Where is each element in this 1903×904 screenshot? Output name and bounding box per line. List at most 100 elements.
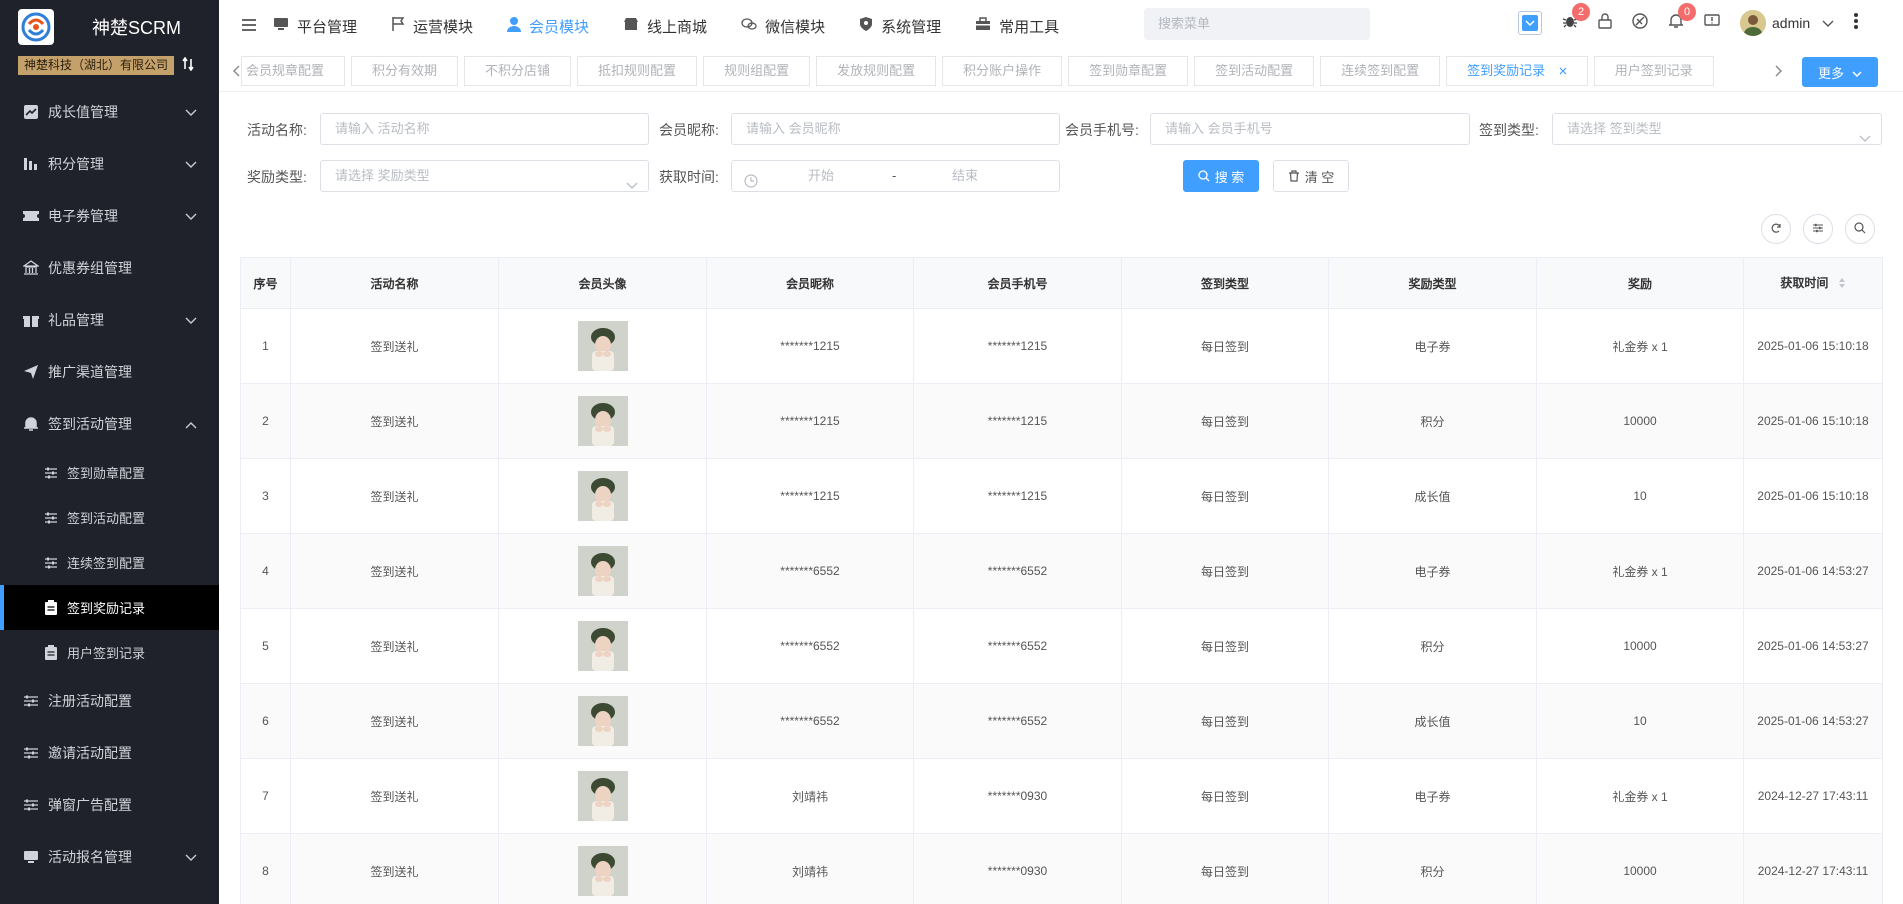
org-badge[interactable]: 神楚科技（湖北）有限公司 <box>18 55 175 75</box>
chevron-down-icon <box>1859 124 1871 154</box>
column-settings-button[interactable] <box>1803 214 1833 244</box>
clear-button[interactable]: 清 空 <box>1273 160 1349 192</box>
member-avatar[interactable] <box>577 396 628 446</box>
more-vertical-button[interactable] <box>1854 13 1859 32</box>
member-avatar[interactable] <box>577 621 628 671</box>
nav-operation[interactable]: 运营模块 <box>391 16 473 37</box>
member-avatar[interactable] <box>577 696 628 746</box>
cell-activity: 签到送礼 <box>290 308 499 384</box>
sidebar-item-growth[interactable]: 成长值管理 <box>0 86 219 138</box>
sidebar-subitem-continuous[interactable]: 连续签到配置 <box>0 540 219 585</box>
nav-wechat[interactable]: 微信模块 <box>741 16 825 37</box>
avatar <box>1740 9 1766 36</box>
table-body: 1 签到送礼 *******1215 *******1215 每日签到 电子券 礼金券 x … <box>240 308 1883 904</box>
tag-item[interactable]: 签到活动配置 <box>1194 56 1315 86</box>
language-toggle[interactable] <box>1518 10 1542 35</box>
header-tools: 2 0 admin <box>1518 0 1878 45</box>
sidebar-subitem-medal[interactable]: 签到勋章配置 <box>0 450 219 495</box>
search-button[interactable]: 搜 索 <box>1183 160 1259 192</box>
member-avatar[interactable] <box>577 321 628 371</box>
nav-tools[interactable]: 常用工具 <box>975 16 1059 37</box>
close-icon[interactable] <box>1559 63 1567 78</box>
table-row: 8 签到送礼 刘靖祎 *******0930 每日签到 积分 10000 2024-12-27… <box>240 833 1883 904</box>
tag-item[interactable]: 积分账户操作 <box>942 56 1063 86</box>
tag-item[interactable]: 不积分店铺 <box>464 56 572 86</box>
sidebar-item-channel[interactable]: 推广渠道管理 <box>0 346 219 398</box>
tag-item[interactable]: 抵扣规则配置 <box>577 56 698 86</box>
tag-item[interactable]: 发放规则配置 <box>816 56 937 86</box>
nav-system[interactable]: 系统管理 <box>859 16 941 37</box>
tag-item-active[interactable]: 签到奖励记录 <box>1446 56 1588 86</box>
cell-reward-type: 积分 <box>1328 383 1537 459</box>
theme-button[interactable] <box>1632 13 1648 32</box>
sidebar-subitem-reward-record[interactable]: 签到奖励记录 <box>0 585 219 630</box>
tag-item[interactable]: 连续签到配置 <box>1320 56 1441 86</box>
nav-platform[interactable]: 平台管理 <box>273 16 357 37</box>
sidebar-item-label: 弹窗广告配置 <box>48 797 132 813</box>
sidebar-item-coupon-group[interactable]: 优惠券组管理 <box>0 242 219 294</box>
brand-logo <box>18 9 54 45</box>
toggle-search-button[interactable] <box>1845 214 1875 244</box>
cell-phone: *******1215 <box>913 458 1122 534</box>
table-row: 2 签到送礼 *******1215 *******1215 每日签到 积分 10000 20… <box>240 383 1883 459</box>
clipboard-icon <box>43 599 59 616</box>
sidebar-item-ecoupon[interactable]: 电子券管理 <box>0 190 219 242</box>
activity-name-input[interactable]: 请输入 活动名称 <box>320 113 649 145</box>
tag-label: 签到勋章配置 <box>1089 63 1168 78</box>
sidebar-subitem-user-record[interactable]: 用户签到记录 <box>0 630 219 675</box>
member-nickname-input[interactable]: 请输入 会员昵称 <box>731 113 1060 145</box>
cell-phone: *******1215 <box>913 383 1122 459</box>
cell-time: 2025-01-06 15:10:18 <box>1743 308 1883 384</box>
member-avatar[interactable] <box>577 846 628 896</box>
tag-item[interactable]: 用户签到记录 <box>1593 56 1714 86</box>
bug-button[interactable]: 2 <box>1562 3 1590 32</box>
column-header-activity: 活动名称 <box>290 257 499 309</box>
switch-org-icon[interactable] <box>182 56 194 74</box>
user-menu[interactable]: admin <box>1740 9 1834 36</box>
sort-icon[interactable] <box>1838 277 1846 292</box>
member-avatar[interactable] <box>577 546 628 596</box>
column-header-time[interactable]: 获取时间 <box>1743 257 1883 309</box>
tag-item[interactable]: 规则组配置 <box>703 56 811 86</box>
sidebar-item-register[interactable]: 注册活动配置 <box>0 675 219 727</box>
bug-count-badge: 2 <box>1572 3 1590 21</box>
sidebar-item-label: 活动报名管理 <box>48 849 132 865</box>
cell-avatar <box>498 608 707 684</box>
nav-mall[interactable]: 线上商城 <box>623 16 707 37</box>
hamburger-icon[interactable] <box>241 18 257 35</box>
range-end: 结束 <box>952 168 979 183</box>
tag-label: 会员规章配置 <box>246 63 325 78</box>
brand: 神楚SCRM <box>0 0 219 54</box>
tag-item[interactable]: 积分有效期 <box>351 56 459 86</box>
tag-item[interactable]: 会员规章配置 <box>241 56 346 86</box>
notification-button[interactable]: 0 <box>1668 3 1696 32</box>
sidebar-item-popup-ad[interactable]: 弹窗广告配置 <box>0 779 219 831</box>
member-avatar[interactable] <box>577 771 628 821</box>
obtain-time-range[interactable]: 开始 - 结束 <box>731 160 1060 192</box>
sidebar-subitem-activity[interactable]: 签到活动配置 <box>0 495 219 540</box>
cell-reward: 礼金券 x 1 <box>1536 533 1744 609</box>
tag-item[interactable]: 签到勋章配置 <box>1068 56 1189 86</box>
nav-member[interactable]: 会员模块 <box>507 16 589 37</box>
cell-time: 2025-01-06 14:53:27 <box>1743 683 1883 759</box>
cell-reward-type: 成长值 <box>1328 458 1537 534</box>
sidebar-item-signup[interactable]: 活动报名管理 <box>0 831 219 883</box>
member-phone-input[interactable]: 请输入 会员手机号 <box>1150 113 1470 145</box>
menu-search-input[interactable]: 搜索菜单 <box>1144 8 1370 40</box>
sign-type-select[interactable]: 请选择 签到类型 <box>1552 113 1882 145</box>
sidebar-item-gift[interactable]: 礼品管理 <box>0 294 219 346</box>
sidebar-item-invite[interactable]: 邀请活动配置 <box>0 727 219 779</box>
sidebar-item-signin[interactable]: 签到活动管理 <box>0 398 219 450</box>
refresh-button[interactable] <box>1761 214 1791 244</box>
user-icon <box>507 16 529 36</box>
sidebar-item-points[interactable]: 积分管理 <box>0 138 219 190</box>
member-avatar[interactable] <box>577 471 628 521</box>
more-tags-button[interactable]: 更多 <box>1802 57 1878 87</box>
lock-button[interactable] <box>1598 13 1612 32</box>
more-label: 更多 <box>1817 65 1844 81</box>
leaf-icon <box>1632 13 1648 32</box>
feedback-button[interactable] <box>1704 13 1720 32</box>
reward-type-select[interactable]: 请选择 奖励类型 <box>320 160 649 192</box>
tags-next-icon[interactable] <box>1774 64 1782 80</box>
tags-prev-icon[interactable] <box>233 64 241 80</box>
